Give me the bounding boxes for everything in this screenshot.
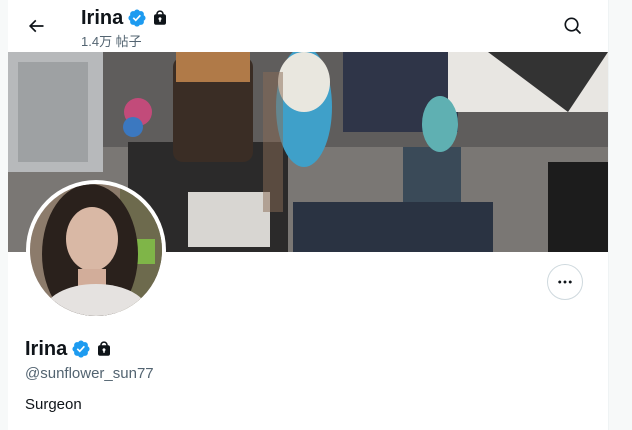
page-gutter-left [0, 0, 8, 430]
profile-bio: Surgeon [25, 396, 82, 413]
search-button[interactable] [557, 10, 589, 42]
header-title: Irina [81, 6, 169, 30]
back-button[interactable] [20, 10, 52, 42]
verified-badge-icon [127, 8, 147, 28]
verified-badge-icon[interactable] [71, 339, 91, 359]
profile-name-row: Irina [25, 337, 113, 361]
profile-handle: @sunflower_sun77 [25, 365, 154, 382]
profile-column: Irina 1.4万 帖子 Irina @sunflower_sun77 Sur… [8, 0, 609, 430]
search-icon [564, 17, 582, 35]
avatar [30, 184, 162, 316]
header-posts-count: 1.4万 帖子 [81, 34, 142, 49]
avatar-frame[interactable] [26, 180, 166, 320]
more-horizontal-icon [558, 280, 572, 284]
lock-icon [151, 9, 169, 27]
more-button[interactable] [547, 264, 583, 300]
header-name: Irina [81, 7, 124, 29]
profile-header: Irina 1.4万 帖子 [8, 0, 608, 52]
profile-name: Irina [25, 338, 68, 360]
lock-icon [95, 340, 113, 358]
arrow-left-icon [28, 19, 44, 33]
avatar-photo [30, 184, 162, 316]
page-gutter-right [609, 0, 632, 430]
